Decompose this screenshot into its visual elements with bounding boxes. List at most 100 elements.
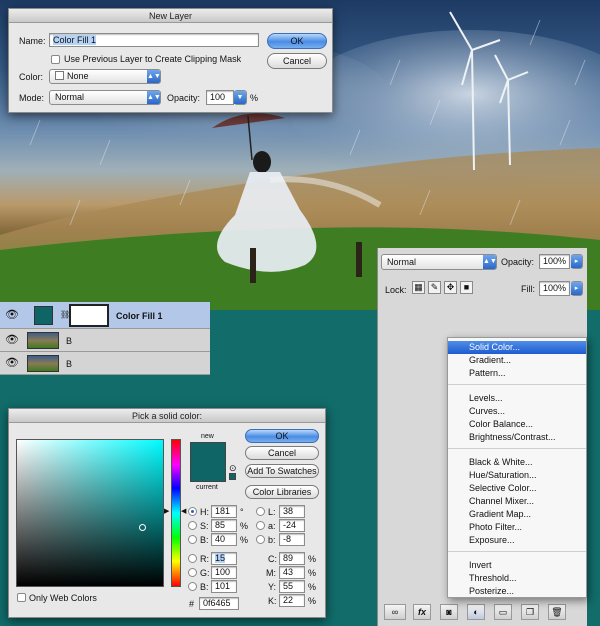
cancel-button[interactable]: Cancel xyxy=(245,446,319,460)
menu-item-invert[interactable]: Invert xyxy=(448,559,586,572)
chevron-down-icon: ▼ xyxy=(234,91,246,104)
chevron-down-icon: ▲▼ xyxy=(483,255,497,269)
menu-item-gradient-map[interactable]: Gradient Map... xyxy=(448,508,586,521)
color-picker-title: Pick a solid color: xyxy=(9,409,325,423)
layer-name-input[interactable]: Color Fill 1 xyxy=(49,33,259,47)
menu-item-solid-color[interactable]: Solid Color... xyxy=(448,341,586,354)
eye-icon[interactable]: 👁 xyxy=(4,355,20,371)
photo-thumbnail xyxy=(27,332,59,349)
lock-brush-icon[interactable]: ✎ xyxy=(428,281,441,294)
menu-item-curves[interactable]: Curves... xyxy=(448,405,586,418)
menu-item-levels[interactable]: Levels... xyxy=(448,392,586,405)
b-radio[interactable] xyxy=(188,535,197,544)
color-select-value: None xyxy=(67,71,89,81)
blue-radio[interactable] xyxy=(188,582,197,591)
l-input[interactable]: 38 xyxy=(279,505,305,518)
saturation-brightness-field[interactable] xyxy=(16,439,164,587)
layers-opacity-toggle[interactable]: ▸ xyxy=(571,254,583,269)
layer-row-color-fill[interactable]: 👁 ⛓ Color Fill 1 xyxy=(0,302,210,329)
color-select[interactable]: None ▲▼ xyxy=(49,69,161,84)
g-input[interactable]: 100 xyxy=(211,566,237,579)
k-input[interactable]: 22 xyxy=(279,594,305,607)
mode-select[interactable]: Normal ▲▼ xyxy=(49,90,161,105)
cancel-button[interactable]: Cancel xyxy=(267,53,327,69)
lab-b-radio[interactable] xyxy=(256,535,265,544)
new-layer-icon[interactable]: ❐ xyxy=(521,604,539,620)
menu-item-pattern[interactable]: Pattern... xyxy=(448,367,586,380)
layer-name: Color Fill 1 xyxy=(116,311,163,321)
a-input[interactable]: -24 xyxy=(279,519,305,532)
r-input[interactable]: 15 xyxy=(211,552,237,565)
new-group-icon[interactable]: ▭ xyxy=(494,604,512,620)
chevron-right-icon: ▸ xyxy=(571,255,582,268)
y-label: Y: xyxy=(268,582,277,592)
menu-item-gradient[interactable]: Gradient... xyxy=(448,354,586,367)
mask-thumbnail xyxy=(69,304,109,327)
menu-separator xyxy=(448,551,586,552)
blend-mode-value: Normal xyxy=(387,257,417,267)
s-input[interactable]: 85 xyxy=(211,519,237,532)
l-radio[interactable] xyxy=(256,507,265,516)
layers-opacity-input[interactable]: 100% xyxy=(539,254,570,269)
h-label: H: xyxy=(200,507,209,517)
fx-icon[interactable]: fx xyxy=(413,604,431,620)
color-libraries-button[interactable]: Color Libraries xyxy=(245,485,319,499)
add-mask-icon[interactable]: ◙ xyxy=(440,604,458,620)
l-label: L: xyxy=(268,507,276,517)
lab-b-input[interactable]: -8 xyxy=(279,533,305,546)
r-radio[interactable] xyxy=(188,554,197,563)
add-to-swatches-button[interactable]: Add To Swatches xyxy=(245,464,319,478)
trash-icon[interactable]: 🗑 xyxy=(548,604,566,620)
hue-slider-arrow-icon[interactable]: ▶ xyxy=(164,507,169,515)
fill-toggle[interactable]: ▸ xyxy=(571,281,583,296)
blue-input[interactable]: 101 xyxy=(211,580,237,593)
c-input[interactable]: 89 xyxy=(279,552,305,565)
menu-item-color-balance[interactable]: Color Balance... xyxy=(448,418,586,431)
b-unit: % xyxy=(240,535,249,545)
chevron-down-icon: ▲▼ xyxy=(147,91,161,104)
link-layers-icon[interactable]: ∞ xyxy=(384,604,406,620)
menu-item-black-white[interactable]: Black & White... xyxy=(448,456,586,469)
eye-icon[interactable]: 👁 xyxy=(4,307,20,323)
opacity-slider-toggle[interactable]: ▼ xyxy=(234,90,247,105)
blend-mode-select[interactable]: Normal ▲▼ xyxy=(381,254,497,270)
s-unit: % xyxy=(240,521,249,531)
a-radio[interactable] xyxy=(256,521,265,530)
web-safe-swatch[interactable] xyxy=(229,473,236,480)
b-label: B: xyxy=(200,535,209,545)
eye-icon[interactable]: 👁 xyxy=(4,332,20,348)
lock-transparency-icon[interactable]: ▦ xyxy=(412,281,425,294)
ok-button[interactable]: OK xyxy=(245,429,319,443)
mode-label: Mode: xyxy=(19,93,45,103)
menu-item-photo-filter[interactable]: Photo Filter... xyxy=(448,521,586,534)
lock-move-icon[interactable]: ✥ xyxy=(444,281,457,294)
opacity-input[interactable]: 100 xyxy=(206,90,234,105)
menu-item-threshold[interactable]: Threshold... xyxy=(448,572,586,585)
menu-item-brightness-contrast[interactable]: Brightness/Contrast... xyxy=(448,431,586,444)
adjustment-layer-icon[interactable]: ◐ xyxy=(467,604,485,620)
layer-row-photo-2[interactable]: 👁 B xyxy=(0,352,210,375)
lock-all-icon[interactable]: ■ xyxy=(460,281,473,294)
ok-button[interactable]: OK xyxy=(267,33,327,49)
only-web-colors-checkbox[interactable] xyxy=(17,593,26,602)
fill-input[interactable]: 100% xyxy=(539,281,570,296)
menu-item-posterize[interactable]: Posterize... xyxy=(448,585,586,598)
menu-item-exposure[interactable]: Exposure... xyxy=(448,534,586,547)
menu-item-hue-saturation[interactable]: Hue/Saturation... xyxy=(448,469,586,482)
layer-row-photo-1[interactable]: 👁 B xyxy=(0,329,210,352)
adjustment-menu: Solid Color... Gradient... Pattern... Le… xyxy=(447,337,587,598)
hex-input[interactable]: 0f6465 xyxy=(199,597,239,610)
hue-slider-arrow-icon[interactable]: ◀ xyxy=(181,507,186,515)
s-radio[interactable] xyxy=(188,521,197,530)
hue-slider[interactable] xyxy=(171,439,181,587)
menu-item-selective-color[interactable]: Selective Color... xyxy=(448,482,586,495)
h-input[interactable]: 181 xyxy=(211,505,237,518)
b-input[interactable]: 40 xyxy=(211,533,237,546)
menu-item-channel-mixer[interactable]: Channel Mixer... xyxy=(448,495,586,508)
h-radio[interactable] xyxy=(188,507,197,516)
g-radio[interactable] xyxy=(188,568,197,577)
m-input[interactable]: 43 xyxy=(279,566,305,579)
y-input[interactable]: 55 xyxy=(279,580,305,593)
color-label: Color: xyxy=(19,72,44,82)
clipping-mask-checkbox[interactable] xyxy=(51,55,60,64)
